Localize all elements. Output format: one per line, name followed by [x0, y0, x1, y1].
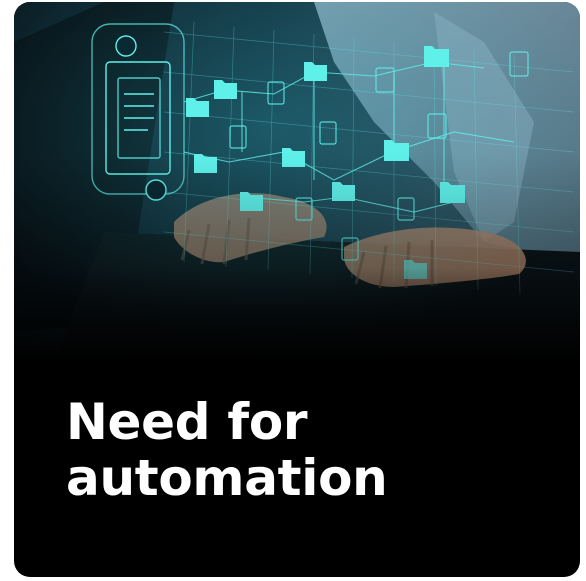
automation-card[interactable]: Need for automation	[14, 2, 580, 577]
card-title-line-2: automation	[66, 449, 388, 507]
card-title: Need for automation	[66, 394, 546, 506]
hero-image	[14, 2, 580, 362]
card-title-line-1: Need for	[66, 393, 308, 451]
